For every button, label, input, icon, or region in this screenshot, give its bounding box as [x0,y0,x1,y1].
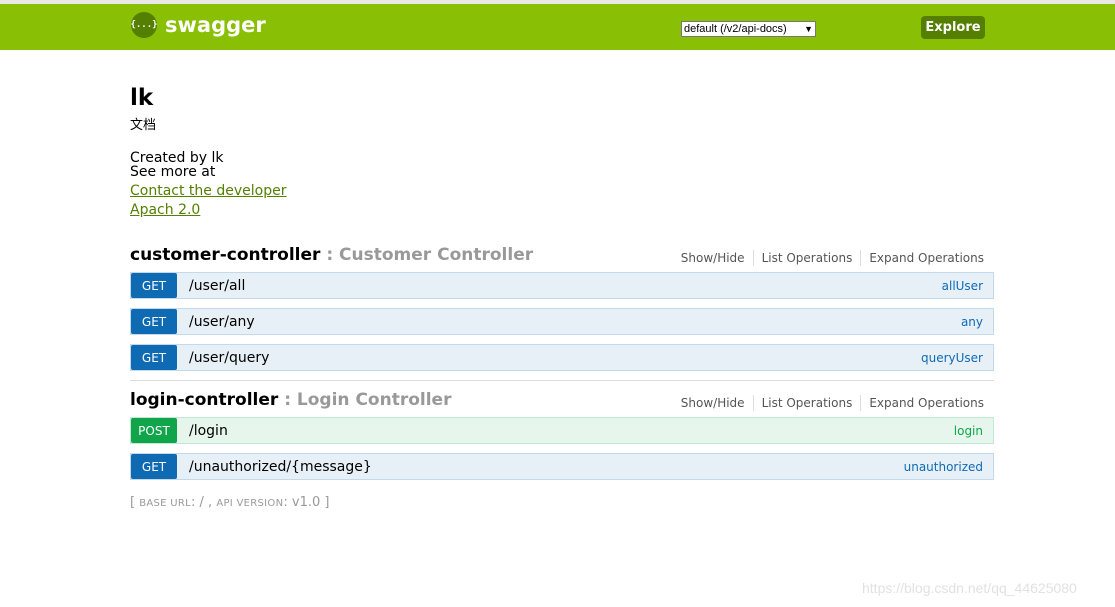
http-method-badge[interactable]: POST [131,418,177,443]
api-version-label: API VERSION [216,498,284,509]
resource-separator: : [320,245,340,265]
operation-row[interactable]: GET /user/any any [130,308,994,335]
operation-path[interactable]: /login [189,423,228,439]
resource-heading: login-controller : Login Controller Show… [130,388,994,414]
api-title: lk [130,85,154,111]
http-method-badge[interactable]: GET [131,345,177,370]
show-hide-link[interactable]: Show/Hide [681,250,754,266]
resource-name[interactable]: login-controller [130,390,278,410]
license-link[interactable]: Apach 2.0 [130,201,994,220]
api-description: 文档 [130,118,157,133]
operation-nickname[interactable]: login [954,424,983,438]
logo-text: swagger [165,13,266,37]
operation-path[interactable]: /user/any [189,314,255,330]
expand-operations-link[interactable]: Expand Operations [861,395,984,411]
api-docs-select[interactable]: default (/v2/api-docs) ▼ [681,21,816,37]
resource-separator: : [278,390,297,410]
operation-path[interactable]: /unauthorized/{message} [189,459,372,475]
operation-row[interactable]: GET /user/query queryUser [130,344,994,371]
show-hide-link[interactable]: Show/Hide [681,395,754,411]
operation-row[interactable]: GET /unauthorized/{message} unauthorized [130,453,994,480]
watermark: https://blog.csdn.net/qq_44625080 [862,580,1077,596]
resource-customer-controller: customer-controller : Customer Controlle… [130,243,994,380]
operation-nickname[interactable]: any [961,315,983,329]
base-url-label: BASE URL [139,498,192,509]
explore-button[interactable]: Explore [921,16,985,39]
operation-nickname[interactable]: unauthorized [904,460,983,474]
resource-description: Login Controller [296,390,452,410]
api-select-value: default (/v2/api-docs) [684,23,787,35]
created-by: Created by lk [130,150,224,166]
resource-title[interactable]: login-controller : Login Controller [130,390,451,410]
swagger-logo[interactable]: {...} swagger [130,12,266,38]
list-operations-link[interactable]: List Operations [754,250,862,266]
base-url-value: : / , [191,495,217,510]
resource-options: Show/Hide List Operations Expand Operati… [681,395,984,411]
operation-row[interactable]: GET /user/all allUser [130,272,994,299]
http-method-badge[interactable]: GET [131,454,177,479]
api-version-value: : v1.0 [283,495,321,510]
chevron-down-icon: ▼ [804,24,813,34]
list-operations-link[interactable]: List Operations [754,395,862,411]
footer-bracket-open: [ [130,495,140,510]
http-method-badge[interactable]: GET [131,273,177,298]
footer-bracket-close: ] [320,495,330,510]
resource-description: Customer Controller [339,245,534,265]
expand-operations-link[interactable]: Expand Operations [861,250,984,266]
operation-nickname[interactable]: queryUser [921,351,983,365]
api-info: lk 文档 Created by lk See more at Contact … [130,84,994,220]
operation-nickname[interactable]: allUser [942,279,983,293]
resource-title[interactable]: customer-controller : Customer Controlle… [130,245,533,265]
operation-row[interactable]: POST /login login [130,417,994,444]
swagger-logo-icon: {...} [130,12,158,38]
resource-divider [130,380,994,381]
resource-heading: customer-controller : Customer Controlle… [130,243,994,269]
resource-name[interactable]: customer-controller [130,245,320,265]
http-method-badge[interactable]: GET [131,309,177,334]
api-footer: [ BASE URL: / , API VERSION: v1.0 ] [130,495,329,510]
resource-login-controller: login-controller : Login Controller Show… [130,388,994,489]
resource-options: Show/Hide List Operations Expand Operati… [681,250,984,266]
see-more-text: See more at [130,164,216,180]
contact-developer-link[interactable]: Contact the developer [130,182,994,201]
operation-path[interactable]: /user/all [189,278,245,294]
operation-path[interactable]: /user/query [189,350,269,366]
